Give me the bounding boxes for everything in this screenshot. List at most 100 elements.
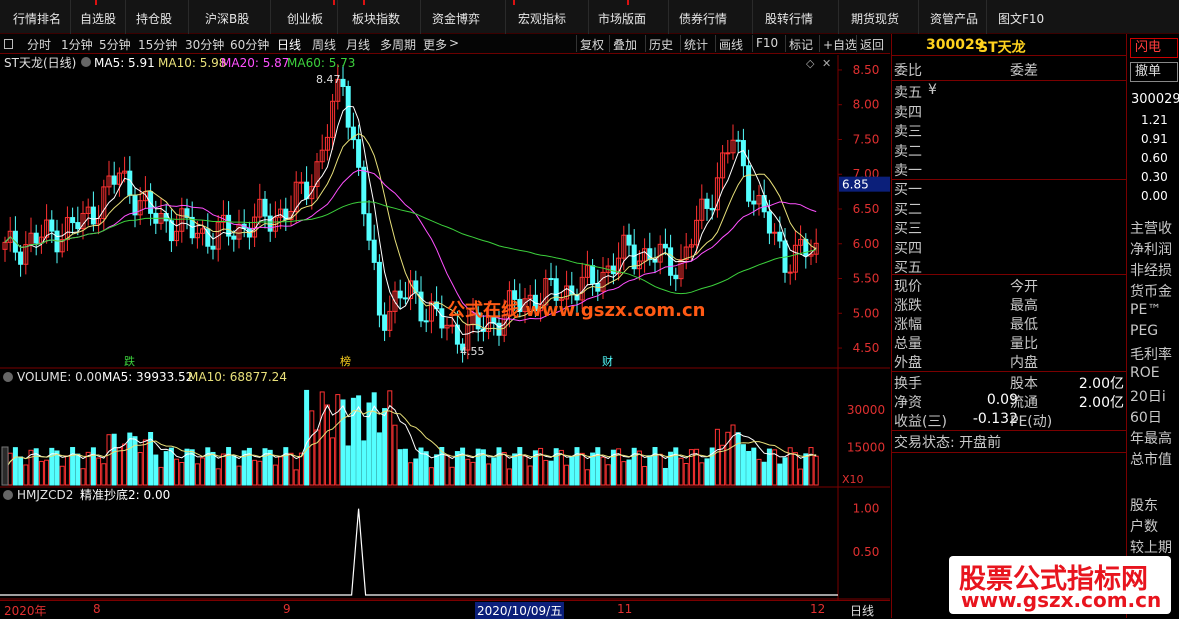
side-item-label: 60日 xyxy=(1130,410,1162,426)
legend-title: ST天龙(日线) xyxy=(4,56,76,70)
axis-period-label[interactable]: 日线 xyxy=(850,602,874,619)
event-marker[interactable]: 财 xyxy=(602,354,613,368)
indicator-legend-value: 精准抄底2: 0.00 xyxy=(80,487,170,502)
quote-label-left: 涨跌 xyxy=(894,298,922,314)
tool-8[interactable]: 返回 xyxy=(860,36,884,53)
flash-order-button[interactable]: 闪电 xyxy=(1130,38,1178,58)
candle-body xyxy=(668,247,674,276)
nav-item-9[interactable]: 债券行情 xyxy=(679,10,727,27)
event-marker[interactable]: 跌 xyxy=(124,354,135,368)
kline-chart[interactable]: 8.508.007.507.006.506.005.505.004.506.85… xyxy=(0,55,891,600)
period-8[interactable]: 月线 xyxy=(346,36,370,53)
candle-body xyxy=(361,166,367,215)
indicator-legend-icon[interactable] xyxy=(3,490,13,500)
side-item-label: 总市值 xyxy=(1130,452,1172,468)
tool-2[interactable]: 历史 xyxy=(649,36,673,53)
price-tick-label: 5.50 xyxy=(853,272,880,286)
side-panel: 闪电 撤单 300029 1.21 0.91 0.60 0.30 0.00 主营收 净利润… xyxy=(1126,34,1179,618)
close-icon[interactable]: ✕ xyxy=(822,57,831,70)
date-axis: 2020年 8 9 2020/10/09/五 11 12 日线 xyxy=(0,600,890,619)
candle-body xyxy=(210,245,216,250)
side-axis-value: 0.91 xyxy=(1141,132,1168,146)
volume-bar xyxy=(439,447,445,486)
cancel-order-button[interactable]: 撤单 xyxy=(1130,62,1178,82)
volume-tick-label: 15000 xyxy=(847,441,885,455)
candle-body xyxy=(231,235,237,240)
tool-0[interactable]: 复权 xyxy=(580,36,604,53)
stat-value-right: 2.00亿 xyxy=(1078,376,1124,392)
event-marker[interactable]: 榜 xyxy=(340,354,351,368)
period-3[interactable]: 15分钟 xyxy=(138,36,177,53)
stat-label-mid: 股本 xyxy=(1010,376,1038,392)
nav-item-6[interactable]: 资金博弈 xyxy=(432,10,480,27)
quote-label-right: 最低 xyxy=(1010,317,1038,333)
candle-body xyxy=(382,314,388,331)
volume-scroll-handle[interactable] xyxy=(1,446,9,486)
legend-collapse-icon[interactable] xyxy=(81,57,91,67)
tool-6[interactable]: 标记 xyxy=(789,36,813,53)
volume-bar xyxy=(402,448,408,486)
chart-area[interactable]: 8.50 8.00 7.50 7.00 6.50 6.00 5.50 5.00 4.50 6.85… xyxy=(0,55,891,600)
flash-order-label: 闪电 xyxy=(1135,40,1162,55)
volume-bar xyxy=(569,456,575,486)
volume-legend-icon[interactable] xyxy=(3,372,13,382)
price-tick-label: 8.50 xyxy=(853,63,880,77)
nav-item-12[interactable]: 资管产品 xyxy=(930,10,978,27)
nav-item-2[interactable]: 持仓股 xyxy=(136,10,172,27)
side-axis-value: 0.00 xyxy=(1141,189,1168,203)
nav-accent-mark xyxy=(363,0,365,5)
volume-bar xyxy=(153,454,159,486)
volume-bar xyxy=(226,447,232,486)
volume-bar xyxy=(740,444,746,486)
tool-divider xyxy=(680,35,681,52)
nav-separator xyxy=(588,0,589,34)
high-price-label: 8.47 xyxy=(316,73,341,86)
quote-label-left: 总量 xyxy=(894,336,922,352)
date-label-4: 11 xyxy=(617,602,633,616)
nav-item-7[interactable]: 宏观指标 xyxy=(518,10,566,27)
volume-bar xyxy=(304,389,310,486)
side-item-label: 主营收 xyxy=(1130,221,1172,237)
tool-4[interactable]: 画线 xyxy=(719,36,743,53)
period-4[interactable]: 30分钟 xyxy=(185,36,224,53)
period-9[interactable]: 多周期 xyxy=(380,36,416,53)
period-10[interactable]: 更多 xyxy=(423,36,447,53)
volume-bar xyxy=(491,457,497,486)
panel-toggle-icon[interactable] xyxy=(4,38,13,52)
period-6[interactable]: 日线 xyxy=(277,36,301,53)
tool-7[interactable]: +自选 xyxy=(823,36,857,53)
legend-ma10: MA10: 5.98 xyxy=(158,56,226,70)
stat-label: 收益(三) xyxy=(894,414,947,430)
tool-5[interactable]: F10 xyxy=(756,36,778,50)
sell-level-label: 卖二 xyxy=(894,143,922,160)
period-0[interactable]: 分时 xyxy=(27,36,51,53)
quote-label-left: 现价 xyxy=(894,279,922,295)
nav-item-10[interactable]: 股转行情 xyxy=(765,10,813,27)
more-chevron-icon[interactable]: > xyxy=(449,36,459,50)
period-5[interactable]: 60分钟 xyxy=(230,36,269,53)
tool-3[interactable]: 统计 xyxy=(684,36,708,53)
volume-bar xyxy=(163,451,169,486)
period-7[interactable]: 周线 xyxy=(312,36,336,53)
period-2[interactable]: 5分钟 xyxy=(99,36,131,53)
period-1[interactable]: 1分钟 xyxy=(61,36,93,53)
candle-body xyxy=(371,239,377,263)
candle-body xyxy=(704,198,710,209)
quote-label-right: 最高 xyxy=(1010,298,1038,314)
top-nav: 行情排名 自选股 持仓股 沪深B股 创业板 板块指数 资金博弈 宏观指标 市场版面 债券行情 股转行… xyxy=(0,0,1179,34)
diamond-icon[interactable]: ◇ xyxy=(806,57,815,70)
nav-item-1[interactable]: 自选股 xyxy=(80,10,116,27)
buy-level-label: 买三 xyxy=(894,221,922,237)
nav-item-3[interactable]: 沪深B股 xyxy=(205,10,249,27)
nav-item-8[interactable]: 市场版面 xyxy=(598,10,646,27)
nav-item-0[interactable]: 行情排名 xyxy=(13,10,61,27)
candle-body xyxy=(18,251,24,265)
candle-body xyxy=(746,165,752,202)
nav-item-4[interactable]: 创业板 xyxy=(287,10,323,27)
volume-bar xyxy=(590,452,596,486)
nav-item-13[interactable]: 图文F10 xyxy=(998,10,1044,27)
side-item-label: 较上期 xyxy=(1130,540,1172,556)
tool-1[interactable]: 叠加 xyxy=(613,36,637,53)
nav-item-5[interactable]: 板块指数 xyxy=(352,10,400,27)
nav-item-11[interactable]: 期货现货 xyxy=(851,10,899,27)
